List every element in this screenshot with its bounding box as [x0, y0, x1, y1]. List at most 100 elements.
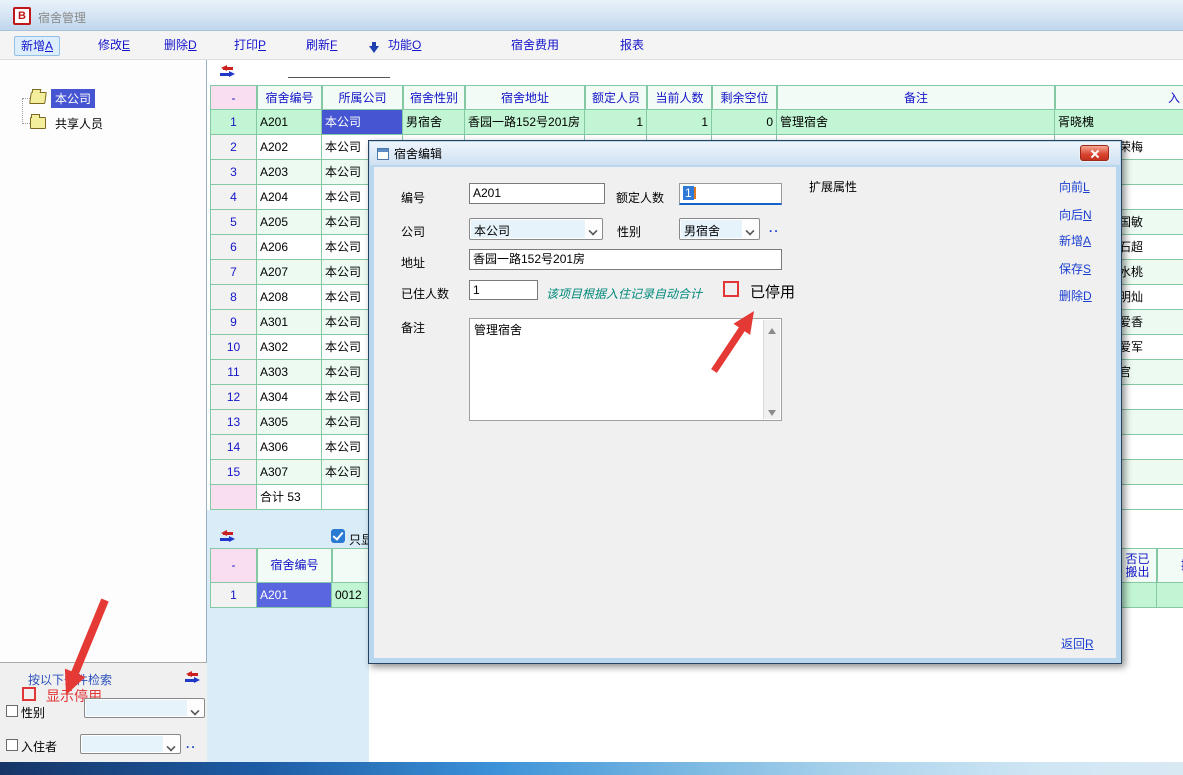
table-cell[interactable]: A307 — [257, 460, 322, 485]
column-header[interactable]: 所属公司 — [322, 85, 403, 110]
table-cell[interactable]: 3 — [210, 160, 257, 185]
resident-browse-button[interactable]: .. — [186, 737, 197, 751]
gender-select[interactable]: 男宿舍 — [679, 218, 760, 240]
code-input[interactable]: A201 — [469, 183, 605, 204]
function-button[interactable]: 功能O — [382, 36, 427, 56]
save-link[interactable]: 保存S — [1059, 260, 1091, 277]
gender-browse-button[interactable]: .. — [769, 221, 780, 235]
swap-columns-icon[interactable] — [218, 530, 235, 543]
moved-out-cell[interactable] — [1118, 583, 1157, 608]
column-header[interactable]: - — [210, 85, 257, 110]
table-cell[interactable]: 1 — [647, 110, 712, 135]
table-cell[interactable]: A201 — [257, 110, 322, 135]
table-cell[interactable]: 管理宿舍 — [777, 110, 1055, 135]
column-header[interactable]: 宿舍性别 — [403, 85, 465, 110]
tree-item-label[interactable]: 共享人员 — [51, 114, 107, 133]
occupied-input[interactable]: 1 — [469, 280, 538, 300]
quota-label: 额定人数 — [616, 189, 664, 206]
gender-filter-select[interactable] — [84, 698, 205, 718]
swap-columns-icon[interactable] — [218, 65, 235, 78]
company-select[interactable]: 本公司 — [469, 218, 603, 240]
next-link[interactable]: 向后N — [1059, 206, 1092, 223]
table-cell[interactable]: A306 — [257, 435, 322, 460]
table-cell[interactable]: A203 — [257, 160, 322, 185]
table-cell[interactable]: 胥晓槐 — [1055, 110, 1183, 135]
table-cell[interactable]: 10 — [210, 335, 257, 360]
table-cell[interactable]: 12 — [210, 385, 257, 410]
function-dropdown-icon[interactable] — [369, 46, 379, 58]
tree-item-shared[interactable]: 共享人员 — [30, 114, 107, 132]
table-cell[interactable]: 1 — [210, 110, 257, 135]
show-disabled-checkbox[interactable] — [22, 687, 36, 701]
scroll-down-icon[interactable] — [765, 404, 779, 419]
table-cell[interactable]: 11 — [210, 360, 257, 385]
table-cell[interactable]: 8 — [210, 285, 257, 310]
delete-button[interactable]: 删除D — [158, 36, 203, 56]
dialog-title-bar: 宿舍编辑 — [370, 142, 1120, 165]
refresh-button[interactable]: 刷新F — [300, 36, 343, 56]
column-header[interactable]: 宿舍编号 — [257, 85, 322, 110]
table-cell[interactable]: 男宿舍 — [403, 110, 465, 135]
resident-filter-checkbox[interactable] — [6, 739, 18, 751]
back-link[interactable]: 返回R — [1061, 635, 1094, 652]
dorm-fee-button[interactable]: 宿舍费用 — [505, 36, 565, 56]
ext-attr-label: 扩展属性 — [809, 178, 857, 195]
table-cell[interactable]: A207 — [257, 260, 322, 285]
table-cell[interactable]: 5 — [210, 210, 257, 235]
scroll-up-icon[interactable] — [765, 320, 779, 335]
table-cell[interactable]: A304 — [257, 385, 322, 410]
table-cell[interactable]: 1 — [585, 110, 647, 135]
close-button[interactable] — [1080, 145, 1109, 161]
report-button[interactable]: 报表 — [614, 36, 650, 56]
table-cell[interactable]: A301 — [257, 310, 322, 335]
table-cell[interactable]: A206 — [257, 235, 322, 260]
table-cell[interactable]: 4 — [210, 185, 257, 210]
table-cell[interactable]: 14 — [210, 435, 257, 460]
prev-link[interactable]: 向前L — [1059, 178, 1090, 195]
table-cell[interactable]: 本公司 — [322, 110, 403, 135]
column-header[interactable]: 剩余空位 — [712, 85, 777, 110]
table-cell[interactable]: 15 — [210, 460, 257, 485]
table-cell[interactable]: A302 — [257, 335, 322, 360]
row-num-cell[interactable]: 1 — [210, 583, 257, 608]
main-toolbar: 新增A 修改E 删除D 打印P 刷新F 功能O 宿舍费用 报表 — [0, 31, 1183, 60]
table-row[interactable]: 1A201本公司男宿舍香园一路152号201房110管理宿舍胥晓槐 — [210, 110, 1183, 135]
gender-filter-checkbox[interactable] — [6, 705, 18, 717]
only-show-checkbox[interactable] — [331, 529, 345, 543]
print-button[interactable]: 打印P — [228, 36, 272, 56]
column-header[interactable]: 备注 — [777, 85, 1055, 110]
new-button[interactable]: 新增A — [14, 36, 60, 56]
auto-sum-note: 该项目根据入住记录自动合计 — [546, 285, 702, 302]
occupied-label: 已住人数 — [401, 285, 449, 302]
edit-button[interactable]: 修改E — [92, 36, 136, 56]
column-header[interactable]: 额定人员 — [585, 85, 647, 110]
table-cell[interactable]: A303 — [257, 360, 322, 385]
table-cell[interactable]: A202 — [257, 135, 322, 160]
table-cell[interactable]: A205 — [257, 210, 322, 235]
address-input[interactable]: 香园一路152号201房 — [469, 249, 782, 270]
quota-input[interactable]: 1 — [679, 183, 782, 205]
add-link[interactable]: 新增A — [1059, 232, 1091, 249]
table-cell[interactable]: 13 — [210, 410, 257, 435]
table-cell[interactable]: 香园一路152号201房 — [465, 110, 585, 135]
tree-item-company[interactable]: 本公司 — [30, 89, 95, 107]
table-cell[interactable]: 7 — [210, 260, 257, 285]
table-cell[interactable]: 9 — [210, 310, 257, 335]
column-header[interactable]: 当前人数 — [647, 85, 712, 110]
move-cell[interactable] — [1157, 583, 1183, 608]
column-header[interactable]: 宿舍地址 — [465, 85, 585, 110]
delete-link[interactable]: 删除D — [1059, 287, 1092, 304]
table-cell[interactable]: 0 — [712, 110, 777, 135]
swap-columns-icon[interactable] — [183, 671, 200, 684]
table-cell[interactable]: A204 — [257, 185, 322, 210]
resident-filter-select[interactable] — [80, 734, 181, 754]
table-cell[interactable]: A208 — [257, 285, 322, 310]
table-cell[interactable]: A305 — [257, 410, 322, 435]
table-cell[interactable]: 6 — [210, 235, 257, 260]
dorm-code-cell[interactable]: A201 — [257, 583, 332, 608]
disabled-checkbox[interactable] — [723, 281, 739, 297]
tree-item-label[interactable]: 本公司 — [51, 89, 95, 108]
table-cell[interactable]: 2 — [210, 135, 257, 160]
column-header[interactable]: 入 — [1055, 85, 1183, 110]
header-dorm-code: 宿舍编号 — [257, 548, 332, 583]
